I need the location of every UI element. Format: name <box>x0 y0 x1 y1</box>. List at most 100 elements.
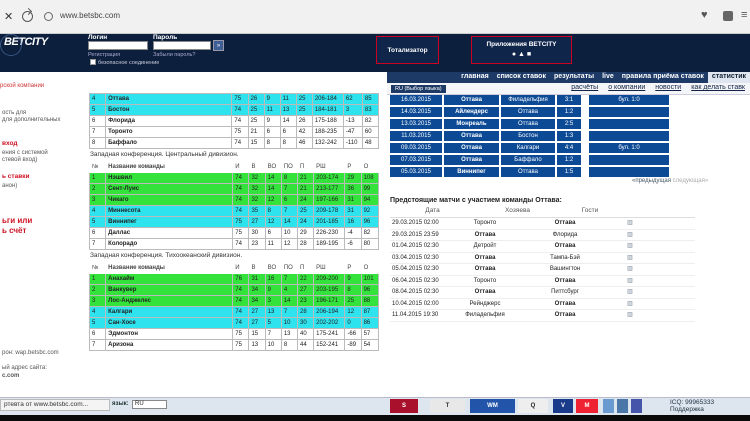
heart-icon[interactable]: ♥ <box>701 9 708 21</box>
table-row[interactable]: 4 Оттава 75 26 9 11 25 206-184 62 85 <box>88 93 380 105</box>
stats-icon[interactable]: ▥ <box>610 241 650 252</box>
result-row[interactable]: 16.03.2015 Оттава Филадельфия 3:1 бул. 1:0 <box>390 95 690 106</box>
sidebar-money-link[interactable]: ьги или <box>2 216 32 225</box>
match-row[interactable]: 06.04.2015 02:30 Торонто Оттава ▥ <box>390 276 695 287</box>
result-row[interactable]: 09.03.2015 Оттава Калгари 4:4 бул. 1:0 <box>390 143 690 154</box>
table-row[interactable]: 7 Аризона 75 13 10 8 44 152-241 -89 54 <box>88 339 380 351</box>
stats-icon[interactable]: ▥ <box>610 310 650 321</box>
result-row[interactable]: 11.03.2015 Оттава Бостон 1:3 <box>390 131 690 142</box>
table-row[interactable]: 2 Сент-Луис 74 32 14 7 21 213-177 36 99 <box>88 183 380 195</box>
extension-icon[interactable] <box>723 11 733 21</box>
table-row[interactable]: 4 Миннесота 74 35 8 7 25 209-178 31 92 <box>88 205 380 217</box>
skrill-logo[interactable]: S <box>390 399 418 413</box>
stats-icon[interactable]: ▥ <box>610 276 650 287</box>
address-bar[interactable]: www.betsbc.com <box>60 11 120 20</box>
match-row[interactable]: 03.04.2015 02:30 Оттава Тампа-Бэй ▥ <box>390 253 695 264</box>
webmoney-logo[interactable]: WM <box>470 399 515 413</box>
match-row[interactable]: 29.03.2015 23:59 Оттава Флорида ▥ <box>390 230 695 241</box>
match-row[interactable]: 05.04.2015 02:30 Оттава Вашингтон ▥ <box>390 264 695 276</box>
subnav-about[interactable]: о компании <box>603 84 650 91</box>
forgot-password-link[interactable]: Забыли пароль? <box>153 52 195 58</box>
team-name[interactable]: Эдмонтон <box>105 328 234 340</box>
table-row[interactable]: 5 Сан-Хосе 74 27 5 10 30 202-202 0 86 <box>88 317 380 329</box>
result-row[interactable]: 14.03.2015 Айлендерс Оттава 1:2 <box>390 107 690 118</box>
totalizator-button[interactable]: Тотализатор <box>376 36 439 64</box>
subnav-news[interactable]: новости <box>650 84 686 91</box>
nav-bet-list[interactable]: список ставок <box>493 72 550 83</box>
mastercard-logo[interactable]: M <box>576 399 598 413</box>
team-name[interactable]: Сент-Луис <box>105 183 234 195</box>
table-row[interactable]: 7 Колорадо 74 23 11 12 28 189-195 -6 80 <box>88 238 380 250</box>
terminal-logo[interactable]: T <box>430 399 465 413</box>
nav-home[interactable]: главная <box>457 72 493 83</box>
subnav-howto[interactable]: как делать ставк <box>686 84 750 91</box>
prev-link[interactable]: «предыдущая <box>632 178 671 184</box>
team-name[interactable]: Флорида <box>105 115 233 127</box>
team-name[interactable]: Калгари <box>105 306 234 318</box>
team-name[interactable]: Аризона <box>105 339 234 351</box>
stats-icon[interactable]: ▥ <box>610 287 650 298</box>
team-name[interactable]: Ванкувер <box>105 284 234 296</box>
team-name[interactable]: Миннесота <box>105 205 234 217</box>
team-name[interactable]: Виннипег <box>105 216 234 228</box>
safe-connection-checkbox[interactable] <box>90 59 96 65</box>
match-row[interactable]: 10.04.2015 02:00 Рейнджерс Оттава ▥ <box>390 299 695 310</box>
vk-icon[interactable] <box>631 399 642 413</box>
team-name[interactable]: Баффало <box>105 137 233 149</box>
social-icon-1[interactable] <box>603 399 614 413</box>
stats-icon[interactable]: ▥ <box>610 264 650 275</box>
stats-icon[interactable]: ▥ <box>610 299 650 310</box>
team-name[interactable]: Сан-Хосе <box>105 317 234 329</box>
table-row[interactable]: 6 Эдмонтон 75 15 7 13 40 175-241 -66 57 <box>88 328 380 340</box>
qiwi-logo[interactable]: Q <box>518 399 548 413</box>
table-row[interactable]: 6 Флорида 74 25 9 14 26 175-188 -13 82 <box>88 115 380 127</box>
table-row[interactable]: 8 Баффало 74 15 8 8 46 132-242 -110 48 <box>88 137 380 149</box>
nav-rules[interactable]: правила приёма ставок <box>618 72 708 83</box>
team-name[interactable]: Колорадо <box>105 238 234 250</box>
result-row[interactable]: 07.03.2015 Оттава Баффало 1:2 <box>390 155 690 166</box>
nav-results[interactable]: результаты <box>550 72 598 83</box>
result-row[interactable]: 05.03.2015 Виннипег Оттава 1:5 <box>390 167 690 178</box>
table-row[interactable]: 2 Ванкувер 74 34 9 4 27 203-195 8 96 <box>88 284 380 296</box>
team-name[interactable]: Даллас <box>105 227 234 239</box>
team-name[interactable]: Нэшвил <box>105 172 234 184</box>
nav-live[interactable]: live <box>598 72 618 83</box>
menu-icon[interactable]: ≡ <box>741 9 747 21</box>
table-row[interactable]: 1 Нэшвил 74 32 14 8 21 203-174 29 108 <box>88 172 380 184</box>
site-logo[interactable]: BETCITY <box>0 34 48 56</box>
footer-language-select[interactable]: RU <box>132 400 167 409</box>
password-input[interactable] <box>153 41 211 50</box>
stats-icon[interactable]: ▥ <box>610 253 650 264</box>
register-link[interactable]: Регистрация <box>88 52 120 58</box>
table-row[interactable]: 7 Торонто 75 21 6 6 42 188-235 -47 60 <box>88 126 380 138</box>
team-name[interactable]: Чикаго <box>105 194 234 206</box>
reload-icon[interactable] <box>22 11 33 22</box>
sidebar-account-link[interactable]: ь счёт <box>2 226 26 235</box>
team-name[interactable]: Анахайм <box>105 273 234 285</box>
table-row[interactable]: 4 Калгари 74 27 13 7 28 206-194 12 87 <box>88 306 380 318</box>
table-row[interactable]: 3 Лос-Анджелес 74 34 3 14 23 196-171 25 88 <box>88 295 380 307</box>
table-row[interactable]: 6 Даллас 75 30 6 10 29 226-230 -4 82 <box>88 227 380 239</box>
icq-contact[interactable]: ICQ: 99965333 Поддержка <box>670 399 714 413</box>
nav-statistics[interactable]: статистик <box>707 72 750 83</box>
result-row[interactable]: 13.03.2015 Монреаль Оттава 2:5 <box>390 119 690 130</box>
team-name[interactable]: Торонто <box>105 126 233 138</box>
apps-button[interactable]: Приложения BETCITY ● ▲ ■ <box>471 36 572 64</box>
stats-icon[interactable]: ▥ <box>610 218 650 229</box>
login-button[interactable]: » <box>213 40 224 51</box>
table-row[interactable]: 5 Виннипег 75 27 12 14 24 201-185 16 96 <box>88 216 380 228</box>
match-row[interactable]: 11.04.2015 19:30 Филадельфия Оттава ▥ <box>390 310 695 322</box>
sidebar-bet-link[interactable]: ь ставки <box>2 173 29 180</box>
subnav-settlements[interactable]: расчёты <box>566 84 603 91</box>
visa-logo[interactable]: V <box>553 399 573 413</box>
team-name[interactable]: Оттава <box>105 93 233 105</box>
sidebar-login-link[interactable]: вход <box>2 140 17 147</box>
language-selector[interactable]: RU (Выбор языка) <box>391 85 446 93</box>
team-name[interactable]: Бостон <box>105 104 233 116</box>
close-icon[interactable]: ✕ <box>4 10 13 23</box>
stats-icon[interactable]: ▥ <box>610 230 650 241</box>
table-row[interactable]: 1 Анахайм 76 31 16 7 22 209-200 9 101 <box>88 273 380 285</box>
team-name[interactable]: Лос-Анджелес <box>105 295 234 307</box>
sidebar-address[interactable]: c.com <box>2 373 19 379</box>
social-icon-2[interactable] <box>617 399 628 413</box>
